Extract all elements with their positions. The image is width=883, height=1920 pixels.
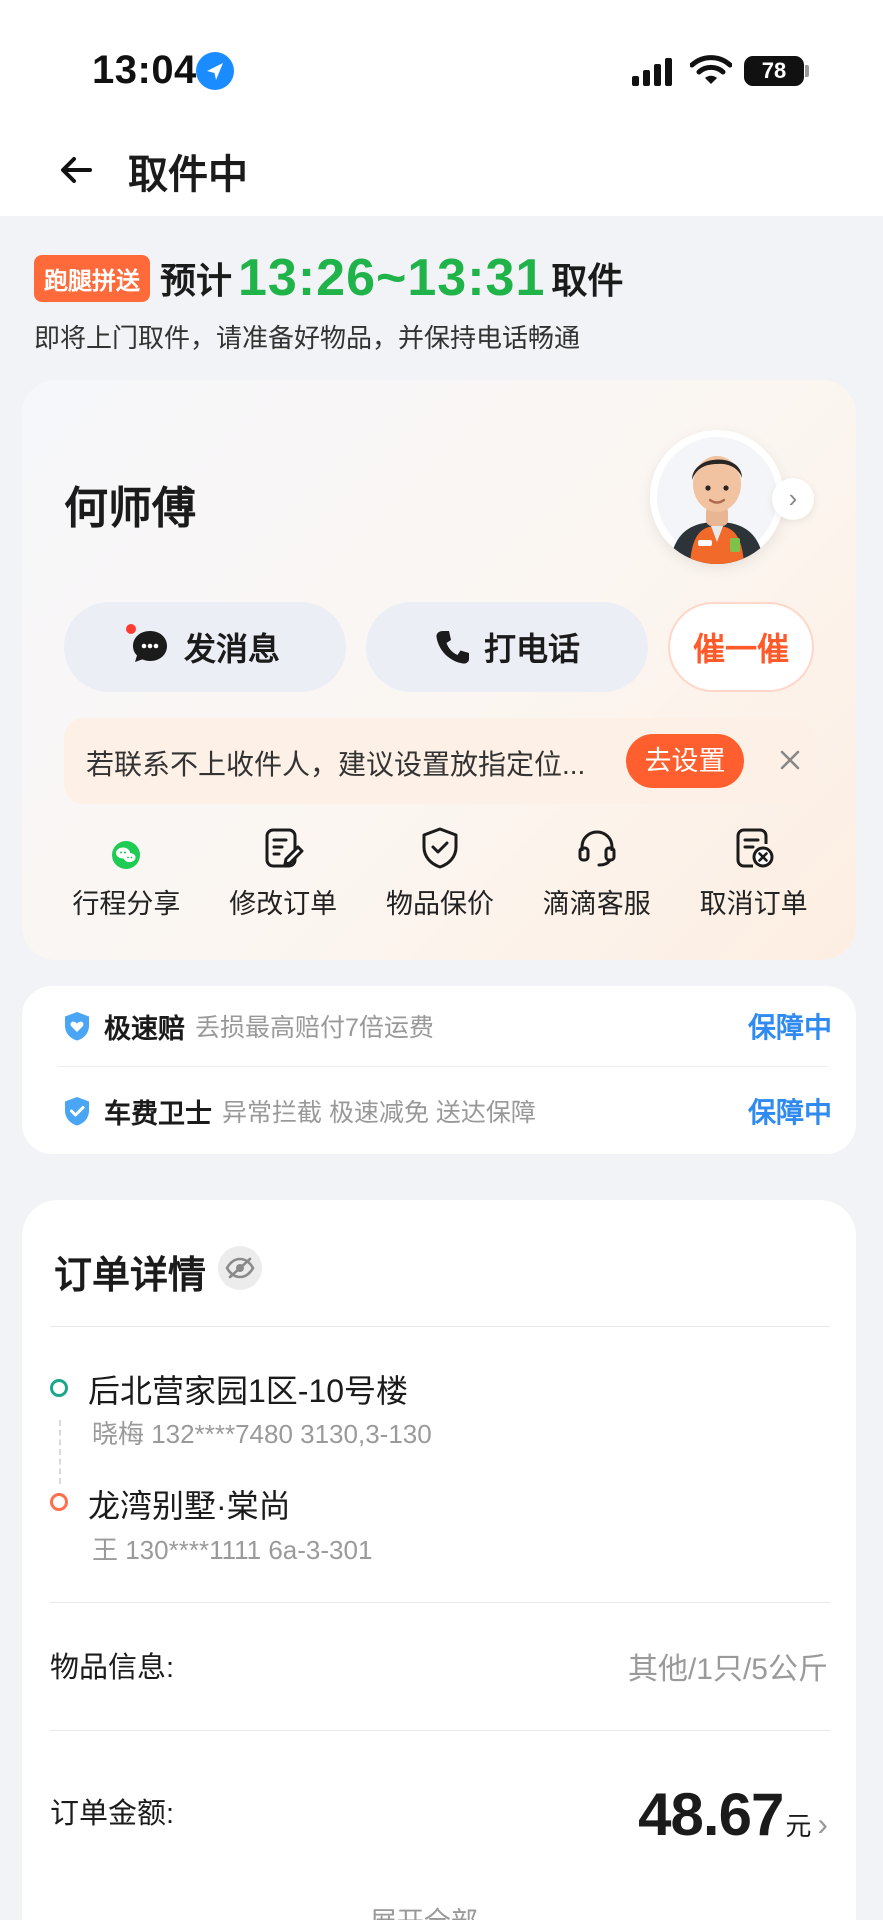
status-bar: 13:04 78 (0, 0, 883, 130)
battery-tip (805, 65, 809, 77)
insurance-title: 极速赔 (104, 1013, 185, 1044)
courier-card: 何师傅 › 发消息 打电话 催一催 若联系不上收件人，建议设置放指定位... 去… (22, 380, 856, 960)
eta-header: 跑腿拼送 预计 13:26~13:31 取件 (34, 248, 623, 308)
insurance-status: 保障中 (747, 1097, 832, 1128)
divider (50, 1730, 830, 1731)
send-message-button[interactable]: 发消息 (64, 602, 346, 692)
notice-setting-button[interactable]: 去设置 (626, 734, 744, 788)
dropoff-address: 龙湾别墅·棠尚 (88, 1488, 291, 1524)
unread-dot (123, 622, 138, 636)
divider (50, 1326, 830, 1327)
pickup-address: 后北营家园1区-10号楼 (88, 1373, 409, 1409)
chevron-right-icon: › (817, 1806, 828, 1842)
service-tag: 跑腿拼送 (34, 254, 150, 302)
battery-icon: 78 (744, 56, 804, 86)
courier-avatar[interactable] (650, 430, 784, 564)
insurance-row[interactable]: 车费卫士 异常拦截 极速减免 送达保障 保障中 (62, 1081, 832, 1141)
insurance-desc: 丢损最高赔付7倍运费 (195, 1014, 434, 1042)
divider (58, 1066, 828, 1067)
dropoff-dot (50, 1493, 68, 1511)
item-info-value: 其他/1只/5公斤 (627, 1653, 828, 1686)
pickup-contact: 晓梅 132****7480 3130,3-130 (92, 1419, 432, 1449)
courier-name: 何师傅 (64, 484, 196, 533)
hide-info-toggle[interactable] (218, 1246, 262, 1290)
eta-prefix: 预计 (160, 260, 233, 301)
expand-all-button[interactable]: 展开全部 ⌄ (22, 1900, 856, 1920)
pickup-dot (50, 1379, 68, 1397)
notice-text: 若联系不上收件人，建议设置放指定位... (86, 749, 586, 780)
order-amount-label: 订单金额: (50, 1798, 175, 1830)
order-amount-unit: 元 (785, 1811, 812, 1841)
cancel-order-icon (675, 820, 832, 876)
item-info-label: 物品信息: (50, 1652, 175, 1684)
call-button[interactable]: 打电话 (366, 602, 648, 692)
shield-check-icon (362, 820, 519, 876)
call-label: 打电话 (483, 631, 580, 667)
shield-heart-icon (65, 1012, 89, 1041)
quick-actions: 行程分享 修改订单 物品保价 滴滴客服 取消订单 (48, 820, 832, 940)
action-label: 物品保价 (385, 889, 494, 919)
notice-bar: 若联系不上收件人，建议设置放指定位... 去设置 (64, 718, 814, 804)
status-time: 13:04 (92, 48, 197, 92)
dropoff-contact: 王 130****1111 6a-3-301 (92, 1535, 373, 1565)
page-title: 取件中 (128, 153, 248, 197)
headset-icon (518, 820, 675, 876)
avatar-chevron-icon[interactable]: › (772, 478, 814, 520)
action-label: 修改订单 (229, 889, 338, 919)
shield-check-icon (65, 1097, 89, 1126)
close-icon[interactable] (772, 742, 808, 778)
route-line (59, 1420, 61, 1484)
action-cancel-order[interactable]: 取消订单 (675, 820, 832, 940)
wechat-icon (48, 820, 205, 876)
back-arrow-icon[interactable] (56, 150, 96, 190)
pickup-hint: 即将上门取件，请准备好物品，并保持电话畅通 (34, 323, 581, 353)
order-amount[interactable]: 48.67 元 › (638, 1780, 828, 1849)
edit-order-icon (205, 820, 362, 876)
action-edit-order[interactable]: 修改订单 (205, 820, 362, 940)
eta-time: 13:26~13:31 (238, 249, 546, 307)
divider (50, 1602, 830, 1603)
action-share-trip[interactable]: 行程分享 (48, 820, 205, 940)
order-title: 订单详情 (54, 1255, 207, 1297)
eta-suffix: 取件 (551, 260, 624, 301)
urge-button[interactable]: 催一催 (668, 602, 814, 692)
wifi-icon (690, 55, 732, 84)
cellular-signal-icon (632, 58, 672, 86)
location-arrow-icon (196, 52, 234, 90)
insurance-row[interactable]: 极速赔 丢损最高赔付7倍运费 保障中 (62, 996, 832, 1056)
action-label: 行程分享 (72, 889, 181, 919)
eye-off-icon (225, 1257, 255, 1279)
chevron-down-icon: ⌄ (485, 1907, 508, 1920)
order-amount-value: 48.67 (638, 1781, 784, 1848)
order-detail-card: 订单详情 后北营家园1区-10号楼 晓梅 132****7480 3130,3-… (22, 1200, 856, 1920)
nav-bar: 取件中 (0, 130, 883, 216)
insurance-card: 极速赔 丢损最高赔付7倍运费 保障中 车费卫士 异常拦截 极速减免 送达保障 保… (22, 986, 856, 1154)
action-label: 滴滴客服 (542, 889, 651, 919)
send-message-label: 发消息 (183, 631, 280, 667)
phone-icon (434, 628, 470, 666)
insurance-status: 保障中 (747, 1012, 832, 1043)
action-item-insurance[interactable]: 物品保价 (362, 820, 519, 940)
insurance-title: 车费卫士 (104, 1098, 212, 1129)
chat-bubble-icon (123, 622, 170, 666)
insurance-desc: 异常拦截 极速减免 送达保障 (222, 1099, 536, 1127)
action-customer-service[interactable]: 滴滴客服 (518, 820, 675, 940)
expand-all-label: 展开全部 (370, 1907, 478, 1920)
action-label: 取消订单 (699, 889, 808, 919)
